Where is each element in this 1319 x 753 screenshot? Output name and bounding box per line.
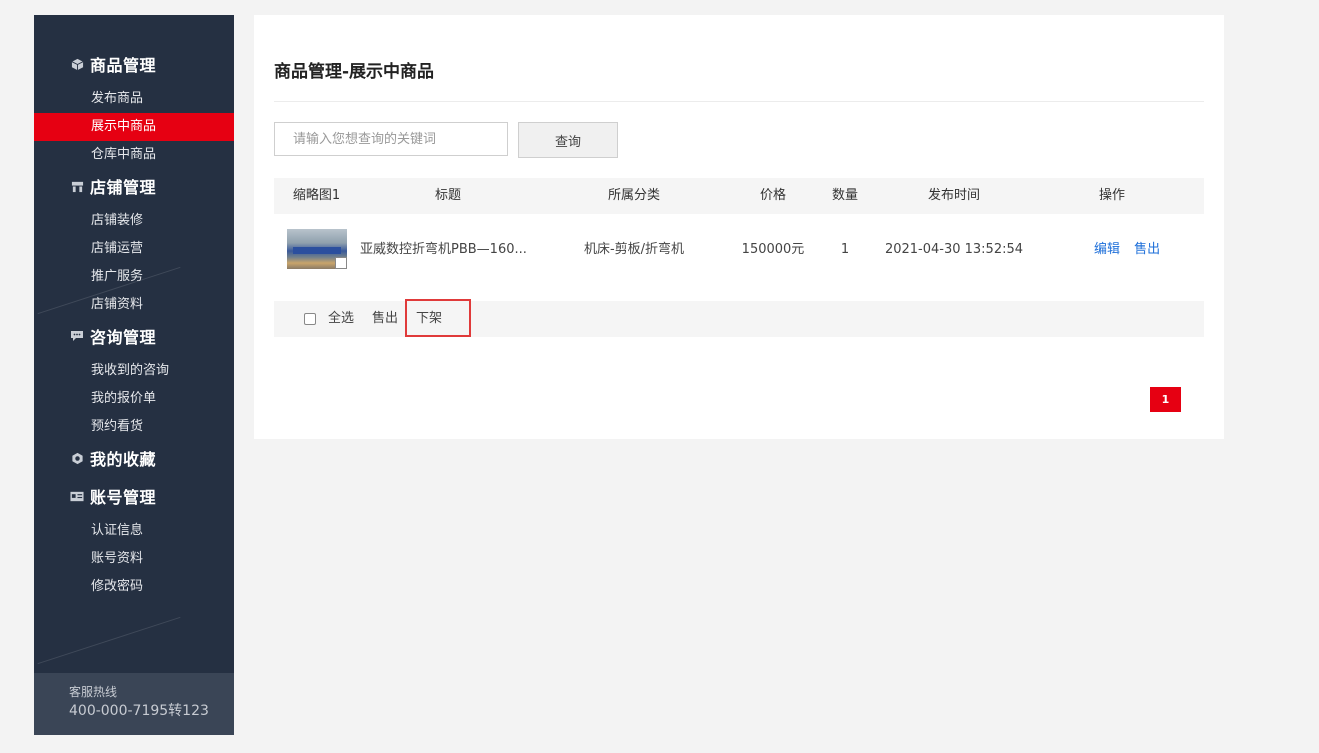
sidebar-item-store-info[interactable]: 店铺资料 bbox=[34, 291, 234, 319]
sidebar-item-appointments[interactable]: 预约看货 bbox=[34, 413, 234, 441]
table-header: 缩略图1 标题 所属分类 价格 数量 发布时间 操作 bbox=[274, 178, 1204, 214]
sidebar-group-header[interactable]: 店铺管理 bbox=[34, 174, 234, 198]
select-all-checkbox[interactable] bbox=[304, 313, 316, 325]
sidebar-group-store: 店铺管理 店铺装修 店铺运营 推广服务 店铺资料 bbox=[34, 174, 234, 319]
product-title[interactable]: 亚威数控折弯机PBB—160... bbox=[360, 224, 540, 276]
sidebar-item-operation[interactable]: 店铺运营 bbox=[34, 235, 234, 263]
pagination-page[interactable]: 1 bbox=[1150, 387, 1181, 412]
page-title: 商品管理-展示中商品 bbox=[274, 62, 435, 82]
search-button[interactable]: 查询 bbox=[518, 122, 618, 158]
sidebar-item-quotes[interactable]: 我的报价单 bbox=[34, 385, 234, 413]
sidebar-group-title: 店铺管理 bbox=[90, 178, 157, 197]
column-header-published: 发布时间 bbox=[927, 188, 980, 203]
sidebar-group-title: 咨询管理 bbox=[90, 328, 157, 347]
product-quantity: 1 bbox=[840, 242, 850, 257]
chat-icon bbox=[70, 329, 84, 343]
divider bbox=[274, 101, 1204, 102]
batch-actions-bar: 全选 售出 下架 bbox=[274, 299, 1204, 337]
sidebar-group-title: 账号管理 bbox=[90, 488, 157, 507]
sidebar-group-title: 我的收藏 bbox=[90, 450, 157, 469]
main-panel: 商品管理-展示中商品 查询 缩略图1 标题 所属分类 价格 数量 发布时间 操作… bbox=[254, 15, 1224, 439]
row-actions: 编辑 售出 bbox=[1094, 224, 1174, 276]
sidebar-item-promotion[interactable]: 推广服务 bbox=[34, 263, 234, 291]
sidebar-item-account-info[interactable]: 账号资料 bbox=[34, 545, 234, 573]
sidebar-item-received-consult[interactable]: 我收到的咨询 bbox=[34, 357, 234, 385]
hotline-label: 客服热线 bbox=[69, 685, 118, 699]
column-header-title: 标题 bbox=[434, 188, 461, 203]
highlight-box bbox=[405, 299, 471, 337]
cube-icon bbox=[70, 57, 84, 71]
select-all-label[interactable]: 全选 bbox=[328, 301, 354, 337]
sidebar-item-change-password[interactable]: 修改密码 bbox=[34, 573, 234, 601]
sidebar-item-verification[interactable]: 认证信息 bbox=[34, 517, 234, 545]
table-row: 亚威数控折弯机PBB—160... 机床-剪板/折弯机 150000元 1 20… bbox=[274, 224, 1204, 276]
sidebar-group-header[interactable]: 账号管理 bbox=[34, 484, 234, 508]
hexagon-icon bbox=[70, 451, 84, 465]
hotline-number: 400-000-7195转123 bbox=[69, 703, 209, 719]
sidebar-item-warehouse[interactable]: 仓库中商品 bbox=[34, 141, 234, 169]
column-header-price: 价格 bbox=[759, 188, 786, 203]
sidebar-item-on-display[interactable]: 展示中商品 bbox=[34, 113, 234, 141]
sidebar-group-header[interactable]: 商品管理 bbox=[34, 52, 234, 76]
sold-link[interactable]: 售出 bbox=[1134, 242, 1160, 257]
search-input[interactable] bbox=[274, 122, 508, 156]
row-checkbox[interactable] bbox=[335, 257, 347, 269]
sidebar-group-header[interactable]: 咨询管理 bbox=[34, 324, 234, 348]
store-icon bbox=[70, 179, 84, 193]
sidebar-group-title: 商品管理 bbox=[90, 56, 157, 75]
sidebar: 商品管理 发布商品 展示中商品 仓库中商品 店铺管理 店铺装修 店铺运营 推广服… bbox=[34, 15, 234, 735]
sidebar-item-decoration[interactable]: 店铺装修 bbox=[34, 207, 234, 235]
hotline-box: 客服热线 400-000-7195转123 bbox=[34, 673, 234, 735]
column-header-actions: 操作 bbox=[1098, 188, 1125, 203]
machine-graphic bbox=[293, 247, 341, 254]
column-header-thumbnail: 缩略图1 bbox=[292, 188, 341, 203]
decorative-line bbox=[37, 616, 181, 665]
sidebar-group-header[interactable]: 我的收藏 bbox=[34, 446, 234, 470]
sidebar-group-consult: 咨询管理 我收到的咨询 我的报价单 预约看货 bbox=[34, 324, 234, 441]
column-header-category: 所属分类 bbox=[607, 188, 660, 203]
sidebar-group-products: 商品管理 发布商品 展示中商品 仓库中商品 bbox=[34, 52, 234, 169]
product-category: 机床-剪板/折弯机 bbox=[583, 242, 685, 257]
product-price: 150000元 bbox=[741, 242, 805, 257]
sidebar-group-favorites: 我的收藏 bbox=[34, 446, 234, 470]
edit-link[interactable]: 编辑 bbox=[1094, 242, 1120, 257]
sidebar-group-account: 账号管理 认证信息 账号资料 修改密码 bbox=[34, 484, 234, 601]
product-published-time: 2021-04-30 13:52:54 bbox=[884, 242, 1024, 257]
sidebar-item-publish[interactable]: 发布商品 bbox=[34, 85, 234, 113]
batch-sold-button[interactable]: 售出 bbox=[372, 301, 398, 337]
column-header-quantity: 数量 bbox=[831, 188, 858, 203]
id-card-icon bbox=[70, 489, 84, 503]
product-thumbnail[interactable] bbox=[287, 229, 347, 269]
